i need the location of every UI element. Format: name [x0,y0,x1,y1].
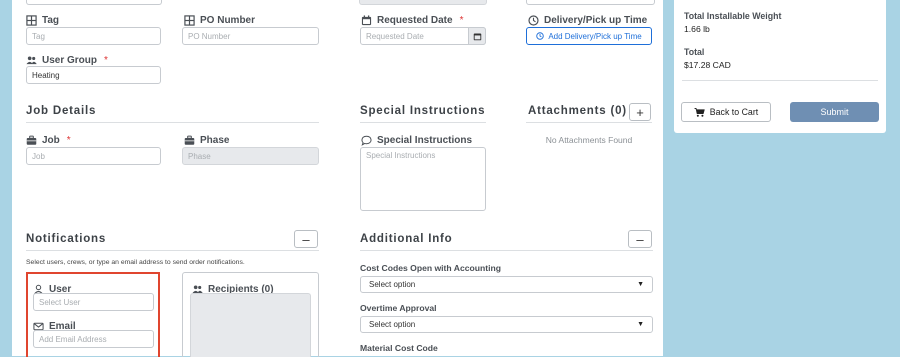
collapse-additional-info-button[interactable]: – [628,230,652,248]
briefcase-icon [26,135,37,146]
overtime-approval-label: Overtime Approval [360,303,437,313]
required-marker: * [459,15,464,26]
additional-info-divider [360,250,653,251]
email-input[interactable] [33,330,154,348]
users-icon [26,55,37,66]
collapse-notifications-button[interactable]: – [294,230,318,248]
clock-icon [536,32,545,40]
add-delivery-time-label: Add Delivery/Pick up Time [548,31,642,41]
installable-weight-value: 1.66 lb [684,24,710,34]
overtime-approval-value: Select option [369,320,416,329]
phase-label: Phase [184,135,229,146]
notifications-title: Notifications [26,233,107,245]
job-details-divider [26,122,319,123]
user-group-select[interactable]: Heating [26,66,161,84]
calendar-icon [361,15,372,26]
briefcase-icon [184,135,195,146]
submit-label: Submit [820,107,849,117]
job-input[interactable] [26,147,161,165]
notifications-divider [26,250,319,251]
po-number-label-text: PO Number [200,15,256,26]
special-instructions-title: Special Instructions [360,105,486,117]
attachments-divider [526,122,652,123]
po-number-label: PO Number [184,15,255,26]
minus-icon: – [636,231,644,247]
notifications-description: Select users, crews, or type an email ad… [26,259,245,266]
cutoff-field-2[interactable] [359,0,487,5]
job-label: Job * [26,135,71,146]
user-group-label: User Group * [26,55,108,66]
minus-icon: – [302,231,310,247]
special-instructions-label: Special Instructions [361,135,472,146]
cost-codes-select[interactable]: Select option ▼ [360,276,653,293]
date-picker-button[interactable] [468,27,486,45]
required-marker: * [104,55,108,66]
cutoff-field-3[interactable] [526,0,655,5]
phase-label-text: Phase [200,135,230,146]
caret-down-icon: ▼ [637,321,644,328]
plus-icon: + [636,104,644,120]
job-label-text: Job [42,135,60,146]
shopping-cart-icon [694,107,705,118]
order-form-panel: Tag PO Number Requested Date * Delivery/P… [12,0,663,357]
back-to-cart-label: Back to Cart [709,107,759,117]
material-cost-code-label: Material Cost Code [360,343,438,353]
overtime-approval-select[interactable]: Select option ▼ [360,316,653,333]
recipients-list[interactable] [190,293,311,357]
back-to-cart-button[interactable]: Back to Cart [681,102,771,122]
grid-icon [26,15,37,26]
submit-button[interactable]: Submit [790,102,879,122]
summary-bottom-divider [682,80,878,81]
additional-info-title: Additional Info [360,233,453,245]
special-instructions-label-text: Special Instructions [377,135,473,146]
special-instructions-divider [360,122,486,123]
add-attachment-button[interactable]: + [629,103,651,121]
total-label: Total [684,47,705,57]
comment-icon [361,135,372,146]
tag-label: Tag [26,15,59,26]
caret-down-icon: ▼ [637,281,644,288]
user-group-label-text: User Group [42,55,98,66]
add-delivery-time-button[interactable]: Add Delivery/Pick up Time [526,27,652,45]
special-instructions-textarea[interactable] [360,147,486,211]
user-select-input[interactable] [33,293,154,311]
job-details-title: Job Details [26,105,97,117]
required-marker: * [66,135,71,146]
user-group-value: Heating [32,70,60,80]
order-summary-panel: Total Installable Weight 1.66 lb Total $… [674,0,886,133]
phase-input [182,147,319,165]
requested-date-label: Requested Date * [361,15,463,26]
tag-input[interactable] [26,27,161,45]
tag-label-text: Tag [42,15,60,26]
delivery-time-label: Delivery/Pick up Time [528,15,647,26]
cost-codes-value: Select option [369,280,416,289]
calendar-icon [473,32,482,41]
cost-codes-label: Cost Codes Open with Accounting [360,263,501,273]
cutoff-field-1[interactable] [26,0,162,5]
clock-icon [528,15,539,26]
requested-date-label-text: Requested Date [377,15,453,26]
installable-weight-label: Total Installable Weight [684,11,782,21]
no-attachments-text: No Attachments Found [545,135,633,145]
delivery-time-label-text: Delivery/Pick up Time [544,15,648,26]
grid-icon [184,15,195,26]
po-number-input[interactable] [182,27,319,45]
attachments-title: Attachments (0) [528,105,627,117]
total-value: $17.28 CAD [684,60,731,70]
